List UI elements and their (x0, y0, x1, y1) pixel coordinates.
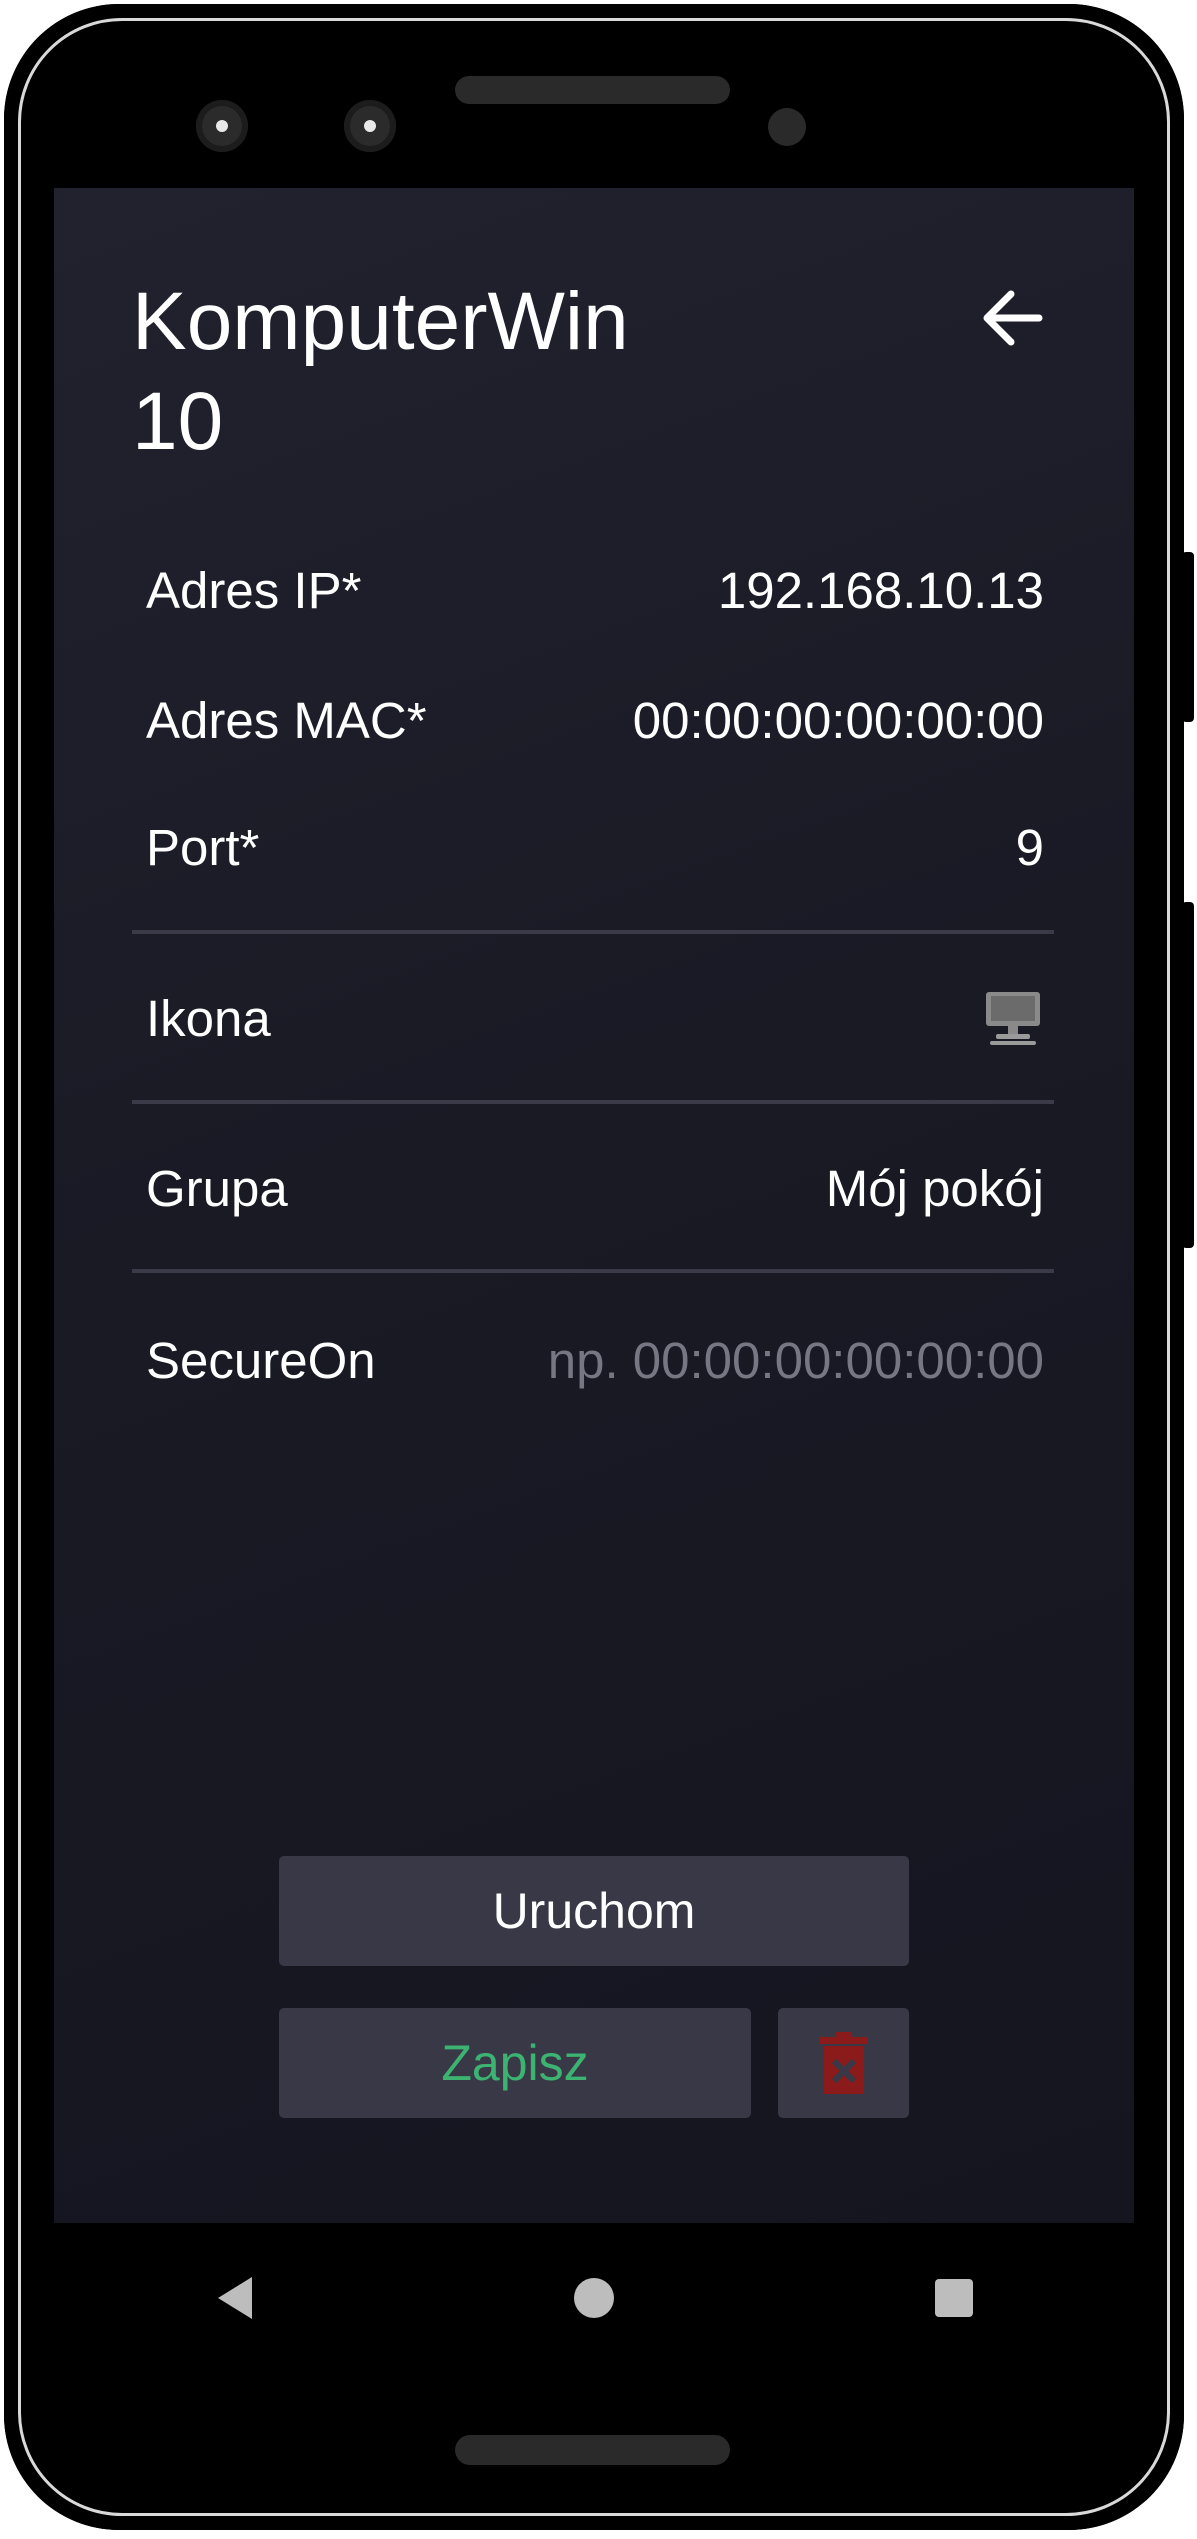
secureon-input[interactable]: np. 00:00:00:00:00:00 (548, 1331, 1044, 1390)
system-navigation-bar (54, 2223, 1134, 2373)
port-label: Port* (146, 818, 260, 876)
page-title: KomputerWin10 (132, 276, 629, 467)
icon-row[interactable]: Ikona (146, 978, 1044, 1058)
back-button[interactable] (972, 278, 1052, 358)
ip-address-label: Adres IP* (146, 561, 362, 619)
earpiece-speaker (455, 76, 730, 104)
group-row[interactable]: Grupa Mój pokój (146, 1148, 1044, 1228)
divider (132, 1100, 1054, 1104)
mac-address-row[interactable]: Adres MAC* 00:00:00:00:00:00 (146, 680, 1044, 760)
app-screen: KomputerWin10 Adres IP* 192.168.10.13 Ad… (54, 188, 1134, 2223)
save-button-label: Zapisz (441, 2035, 589, 2091)
mac-address-label: Adres MAC* (146, 691, 427, 749)
volume-button (1182, 902, 1194, 1248)
group-value[interactable]: Mój pokój (826, 1159, 1044, 1218)
front-camera-left (196, 100, 248, 152)
triangle-back-icon (218, 2277, 252, 2319)
divider (132, 1269, 1054, 1273)
trash-icon (819, 2032, 868, 2094)
run-button-label: Uruchom (492, 1883, 696, 1939)
power-button (1182, 552, 1194, 722)
port-value[interactable]: 9 (1016, 818, 1044, 877)
divider (132, 930, 1054, 934)
save-button[interactable]: Zapisz (279, 2008, 751, 2118)
arrow-left-icon (983, 290, 1043, 346)
delete-button[interactable] (778, 2008, 909, 2118)
circle-home-icon (574, 2278, 614, 2318)
bottom-speaker (455, 2435, 730, 2465)
nav-back-button[interactable] (204, 2268, 264, 2328)
mac-address-value[interactable]: 00:00:00:00:00:00 (633, 691, 1044, 750)
icon-label: Ikona (146, 989, 271, 1047)
desktop-computer-icon[interactable] (984, 990, 1042, 1046)
group-label: Grupa (146, 1159, 288, 1217)
nav-home-button[interactable] (564, 2268, 624, 2328)
port-row[interactable]: Port* 9 (146, 807, 1044, 887)
front-camera-right (344, 100, 396, 152)
secureon-row[interactable]: SecureOn np. 00:00:00:00:00:00 (146, 1320, 1044, 1400)
secureon-label: SecureOn (146, 1331, 376, 1389)
nav-recents-button[interactable] (924, 2268, 984, 2328)
ip-address-row[interactable]: Adres IP* 192.168.10.13 (146, 550, 1044, 630)
square-recents-icon (935, 2279, 973, 2317)
ip-address-value[interactable]: 192.168.10.13 (718, 561, 1044, 620)
run-button[interactable]: Uruchom (279, 1856, 909, 1966)
proximity-sensor (768, 108, 806, 146)
